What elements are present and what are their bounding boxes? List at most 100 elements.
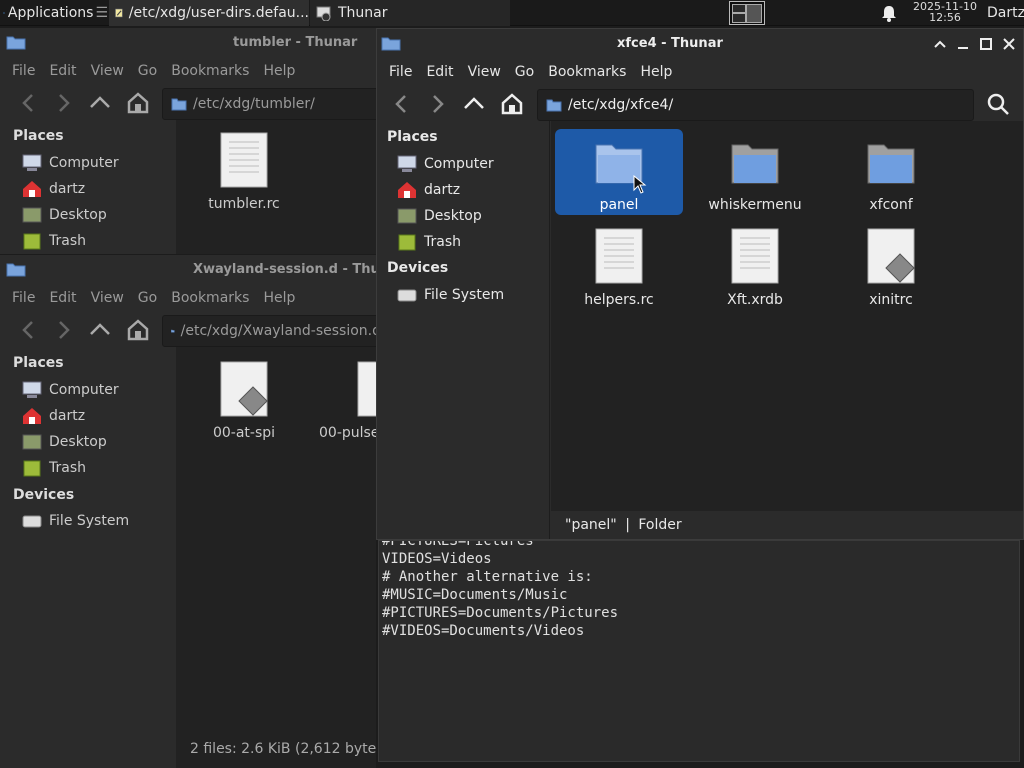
status-bar: 2 files: 2.6 KiB (2,612 bytes) bbox=[190, 741, 376, 757]
sidebar-item-trash[interactable]: Trash bbox=[397, 230, 461, 254]
file-name: panel bbox=[599, 197, 639, 213]
sidebar-item-label: Computer bbox=[424, 156, 494, 172]
up-arrow-icon[interactable] bbox=[87, 317, 113, 343]
search-icon[interactable] bbox=[985, 91, 1011, 117]
sidebar-item-computer[interactable]: Computer bbox=[22, 151, 119, 175]
applications-label: Applications bbox=[7, 5, 94, 21]
window-tumbler: tumbler - Thunar File Edit View Go Bookm… bbox=[0, 28, 376, 254]
file-view: panel whiskermenu xfconf helpers.rc Xft.… bbox=[551, 121, 1023, 511]
clock[interactable]: 2025-11-10 12:56 bbox=[906, 1, 984, 23]
folder-icon bbox=[731, 144, 779, 184]
file-view: tumbler.rc bbox=[176, 120, 376, 254]
notification-bell-icon[interactable] bbox=[878, 3, 900, 23]
status-text: 2 files: 2.6 KiB (2,612 bytes) bbox=[190, 741, 376, 757]
up-arrow-icon[interactable] bbox=[461, 91, 487, 117]
sidebar-item-computer[interactable]: Computer bbox=[22, 378, 119, 402]
menu-go[interactable]: Go bbox=[138, 63, 157, 79]
forward-arrow-icon[interactable] bbox=[50, 90, 76, 116]
sidebar-item-label: dartz bbox=[49, 408, 86, 424]
file-item[interactable]: tumbler.rc bbox=[180, 128, 308, 214]
user-menu[interactable]: Dartz bbox=[987, 0, 1024, 26]
sidebar-item-filesystem[interactable]: File System bbox=[22, 509, 129, 533]
file-item[interactable]: 00-pulse bbox=[316, 357, 376, 443]
titlebar[interactable]: tumbler - Thunar bbox=[0, 28, 376, 58]
home-folder-icon bbox=[23, 181, 41, 197]
window-xfce4: xfce4 - Thunar File Edit View Go Bookmar… bbox=[376, 28, 1024, 540]
sidebar-item-filesystem[interactable]: File System bbox=[397, 283, 504, 307]
desktop-icon bbox=[22, 207, 42, 223]
taskbar-item-editor-label: /etc/xdg/user-dirs.defau... bbox=[128, 5, 309, 21]
file-name: whiskermenu bbox=[708, 197, 802, 213]
menu-help[interactable]: Help bbox=[263, 63, 295, 79]
menu-edit[interactable]: Edit bbox=[426, 64, 453, 80]
up-arrow-icon[interactable] bbox=[87, 90, 113, 116]
back-arrow-icon[interactable] bbox=[16, 317, 42, 343]
forward-arrow-icon[interactable] bbox=[424, 91, 450, 117]
menu-edit[interactable]: Edit bbox=[49, 63, 76, 79]
home-folder-icon bbox=[23, 408, 41, 424]
back-arrow-icon[interactable] bbox=[389, 91, 415, 117]
file-item[interactable]: 00-at-spi bbox=[180, 357, 308, 443]
location-bar[interactable]: /etc/xdg/xfce4/ bbox=[537, 89, 974, 121]
menu-view[interactable]: View bbox=[91, 63, 124, 79]
menu-bookmarks[interactable]: Bookmarks bbox=[171, 290, 249, 306]
folder-icon bbox=[381, 37, 401, 51]
menu-bookmarks[interactable]: Bookmarks bbox=[171, 63, 249, 79]
devices-header: Devices bbox=[387, 260, 449, 276]
sidebar-item-desktop[interactable]: Desktop bbox=[22, 430, 107, 454]
menu-view[interactable]: View bbox=[91, 290, 124, 306]
menu-view[interactable]: View bbox=[468, 64, 501, 80]
folder-item-panel[interactable]: panel bbox=[555, 129, 683, 215]
sidebar-item-trash[interactable]: Trash bbox=[22, 229, 86, 253]
close-icon[interactable] bbox=[1002, 37, 1016, 51]
text-file-icon bbox=[220, 132, 268, 188]
sidebar-item-home[interactable]: dartz bbox=[22, 404, 85, 428]
location-bar[interactable]: /etc/xdg/Xwayland-session.d bbox=[162, 315, 376, 347]
titlebar[interactable]: Xwayland-session.d - Thunar bbox=[0, 255, 376, 285]
folder-icon bbox=[6, 263, 26, 277]
menu-file[interactable]: File bbox=[12, 290, 35, 306]
home-icon[interactable] bbox=[125, 317, 151, 343]
sidebar-item-home[interactable]: dartz bbox=[397, 178, 460, 202]
menu-help[interactable]: Help bbox=[640, 64, 672, 80]
folder-item-whiskermenu[interactable]: whiskermenu bbox=[691, 129, 819, 215]
taskbar-item-editor[interactable]: /etc/xdg/user-dirs.defau... bbox=[109, 0, 309, 26]
editor-line: #PICTURES=Pictures bbox=[382, 540, 534, 549]
forward-arrow-icon[interactable] bbox=[50, 317, 76, 343]
location-bar[interactable]: /etc/xdg/tumbler/ bbox=[162, 88, 376, 120]
maximize-icon[interactable] bbox=[979, 37, 993, 51]
editor-line: VIDEOS=Videos bbox=[382, 551, 492, 567]
sidebar-item-label: Computer bbox=[49, 382, 119, 398]
taskbar-item-thunar[interactable]: Thunar bbox=[310, 0, 510, 26]
file-item-xinitrc[interactable]: xinitrc bbox=[827, 224, 955, 310]
menu-bookmarks[interactable]: Bookmarks bbox=[548, 64, 626, 80]
trash-icon bbox=[23, 233, 41, 250]
menu-go[interactable]: Go bbox=[515, 64, 534, 80]
trash-icon bbox=[23, 460, 41, 477]
back-arrow-icon[interactable] bbox=[16, 90, 42, 116]
sidebar-item-desktop[interactable]: Desktop bbox=[397, 204, 482, 228]
sidebar: Places Computer dartz Desktop Trash bbox=[0, 120, 175, 254]
workspace-switcher[interactable] bbox=[729, 1, 765, 25]
window-title: Xwayland-session.d - Thunar bbox=[193, 262, 376, 277]
folder-item-xfconf[interactable]: xfconf bbox=[827, 129, 955, 215]
applications-menu-button[interactable]: Applications ☰ bbox=[0, 0, 108, 26]
menu-go[interactable]: Go bbox=[138, 290, 157, 306]
shade-icon[interactable] bbox=[933, 37, 947, 51]
menu-help[interactable]: Help bbox=[263, 290, 295, 306]
sidebar-item-computer[interactable]: Computer bbox=[397, 152, 494, 176]
home-icon[interactable] bbox=[499, 91, 525, 117]
text-editor-content[interactable]: #PICTURES=Pictures VIDEOS=Videos # Anoth… bbox=[378, 540, 1020, 762]
home-icon[interactable] bbox=[125, 90, 151, 116]
sidebar-item-trash[interactable]: Trash bbox=[22, 456, 86, 480]
file-item-xft[interactable]: Xft.xrdb bbox=[691, 224, 819, 310]
menu-file[interactable]: File bbox=[12, 63, 35, 79]
menu-edit[interactable]: Edit bbox=[49, 290, 76, 306]
sidebar-item-desktop[interactable]: Desktop bbox=[22, 203, 107, 227]
sidebar-item-home[interactable]: dartz bbox=[22, 177, 85, 201]
minimize-icon[interactable] bbox=[956, 37, 970, 51]
sidebar-item-label: File System bbox=[49, 513, 130, 529]
titlebar[interactable]: xfce4 - Thunar bbox=[377, 29, 1023, 59]
file-item-helpers[interactable]: helpers.rc bbox=[555, 224, 683, 310]
menu-file[interactable]: File bbox=[389, 64, 412, 80]
